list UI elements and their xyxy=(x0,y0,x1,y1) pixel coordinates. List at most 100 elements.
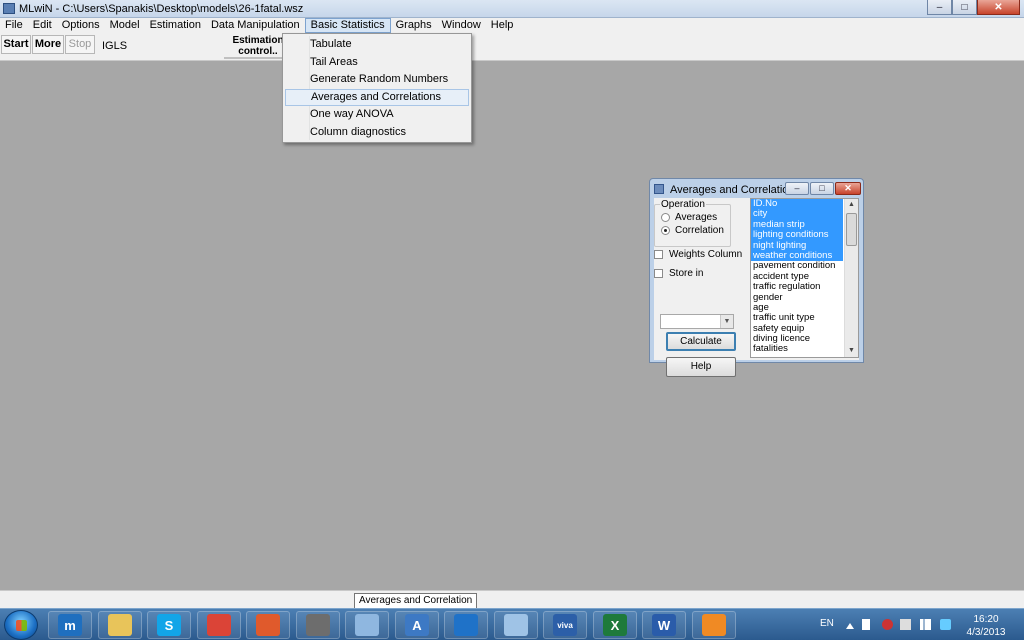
menu-item-generate-random-numbers[interactable]: Generate Random Numbers xyxy=(285,71,469,88)
flag-icon[interactable] xyxy=(862,619,870,630)
store-column-select[interactable]: ▼ xyxy=(660,314,734,329)
weights-column-checkbox[interactable]: Weights Column xyxy=(654,249,742,260)
scroll-down-icon[interactable]: ▼ xyxy=(845,345,858,357)
toolbar: Start More Stop IGLS Estimation control.… xyxy=(0,33,1024,61)
checkbox-box xyxy=(654,250,663,259)
start-menu-button[interactable] xyxy=(4,610,38,640)
calculator-icon xyxy=(504,614,528,636)
window-controls: – □ ✕ xyxy=(927,0,1020,15)
dialog-window-controls: – □ ✕ xyxy=(785,182,861,195)
reader-icon: A xyxy=(405,614,429,636)
taskbar: EN 16:20 4/3/2013 m S Aviva X W xyxy=(0,608,1024,640)
skype-icon: S xyxy=(157,614,181,636)
scroll-up-icon[interactable]: ▲ xyxy=(845,199,858,211)
chevron-down-icon[interactable]: ▼ xyxy=(720,315,733,328)
help-button[interactable]: Help xyxy=(666,357,736,377)
menu-model[interactable]: Model xyxy=(105,18,145,33)
menu-item-averages-and-correlations[interactable]: Averages and Correlations xyxy=(285,88,469,106)
dialog-maximize-button[interactable]: □ xyxy=(810,182,834,195)
variables-listbox[interactable]: ID.No city median strip lighting conditions… xyxy=(750,198,859,358)
antivirus-icon[interactable] xyxy=(882,619,893,630)
language-indicator[interactable]: EN xyxy=(820,618,834,629)
dialog-title-bar[interactable]: Averages and Correlation – □ ✕ xyxy=(650,179,863,199)
operation-group: Operation Averages Correlation xyxy=(654,199,731,247)
workspace xyxy=(0,62,1024,590)
viva-icon: viva xyxy=(553,614,577,636)
averages-radio[interactable]: Averages xyxy=(661,212,717,223)
clock-date: 4/3/2013 xyxy=(966,627,1006,638)
title-bar: MLwiN - C:\Users\Spanakis\Desktop\models… xyxy=(0,0,1024,18)
word-icon: W xyxy=(652,614,676,636)
menu-options[interactable]: Options xyxy=(57,18,105,33)
operation-group-label: Operation xyxy=(660,199,706,210)
taskbar-app-button[interactable] xyxy=(197,611,241,639)
menu-item-tabulate[interactable]: Tabulate xyxy=(285,36,469,53)
radio-indicator xyxy=(661,226,670,235)
taskbar-app-button[interactable] xyxy=(692,611,736,639)
basic-statistics-menu: Tabulate Tail Areas Generate Random Number… xyxy=(282,33,472,143)
system-clock[interactable]: 16:20 4/3/2013 xyxy=(962,613,1010,639)
more-button[interactable]: More xyxy=(32,35,64,54)
taskbar-app-button[interactable]: A xyxy=(395,611,439,639)
volume-icon[interactable] xyxy=(900,619,911,630)
excel-icon: X xyxy=(603,614,627,636)
status-bar xyxy=(0,590,1024,608)
taskbar-app-button[interactable] xyxy=(444,611,488,639)
store-in-checkbox[interactable]: Store in xyxy=(654,268,703,279)
paint-icon xyxy=(355,614,379,636)
list-item[interactable]: fatalities xyxy=(751,344,843,355)
dialog-body: Operation Averages Correlation Weights C… xyxy=(654,198,859,377)
taskbar-app-button[interactable] xyxy=(98,611,142,639)
network-icon[interactable] xyxy=(920,619,931,630)
show-hidden-icons-icon[interactable] xyxy=(846,623,854,629)
weights-column-label: Weights Column xyxy=(669,249,743,260)
app-icon-orange xyxy=(702,614,726,636)
dialog-icon xyxy=(654,184,664,194)
close-button[interactable]: ✕ xyxy=(977,0,1020,15)
app-icon xyxy=(3,3,15,14)
correlation-radio-label: Correlation xyxy=(675,225,724,236)
list-item[interactable]: lighting conditions xyxy=(751,229,843,241)
maxthon-icon: m xyxy=(58,614,82,636)
menu-help[interactable]: Help xyxy=(486,18,519,33)
taskbar-app-button[interactable] xyxy=(246,611,290,639)
taskbar-app-button[interactable] xyxy=(494,611,538,639)
radio-indicator xyxy=(661,213,670,222)
mlwin-icon xyxy=(306,614,330,636)
listbox-scrollbar[interactable]: ▲ ▼ xyxy=(844,199,858,357)
clock-time: 16:20 xyxy=(973,614,999,625)
minimize-button[interactable]: – xyxy=(927,0,952,15)
start-button[interactable]: Start xyxy=(1,35,31,54)
stop-button[interactable]: Stop xyxy=(65,35,95,54)
checkbox-box xyxy=(654,269,663,278)
averages-radio-label: Averages xyxy=(675,212,718,223)
maximize-button[interactable]: □ xyxy=(952,0,977,15)
dialog-minimize-button[interactable]: – xyxy=(785,182,809,195)
menu-item-tail-areas[interactable]: Tail Areas xyxy=(285,54,469,71)
taskbar-app-button[interactable] xyxy=(296,611,340,639)
menu-bar: File Edit Options Model Estimation Data Manip… xyxy=(0,18,1024,33)
taskbar-app-button[interactable]: m xyxy=(48,611,92,639)
taskbar-app-button[interactable]: viva xyxy=(543,611,587,639)
taskbar-app-button[interactable]: X xyxy=(593,611,637,639)
store-in-label: Store in xyxy=(669,268,704,279)
menu-basic-statistics[interactable]: Basic Statistics xyxy=(304,18,391,33)
window-tab-tooltip[interactable]: Averages and Correlation xyxy=(354,593,478,609)
menu-file[interactable]: File xyxy=(0,18,28,33)
list-item[interactable]: traffic regulation xyxy=(751,281,843,292)
menu-estimation[interactable]: Estimation xyxy=(145,18,206,33)
menu-item-column-diagnostics[interactable]: Column diagnostics xyxy=(285,124,469,141)
calculate-button[interactable]: Calculate xyxy=(666,332,736,351)
scroll-thumb[interactable] xyxy=(846,213,857,246)
menu-graphs[interactable]: Graphs xyxy=(391,18,437,33)
taskbar-app-button[interactable] xyxy=(345,611,389,639)
taskbar-app-button[interactable]: S xyxy=(147,611,191,639)
menu-data-manipulation[interactable]: Data Manipulation xyxy=(206,18,305,33)
menu-edit[interactable]: Edit xyxy=(28,18,57,33)
correlation-radio[interactable]: Correlation xyxy=(661,225,724,236)
taskbar-app-button[interactable]: W xyxy=(642,611,686,639)
menu-window[interactable]: Window xyxy=(437,18,486,33)
sync-icon[interactable] xyxy=(940,619,951,630)
dialog-close-button[interactable]: ✕ xyxy=(835,182,861,195)
menu-item-one-way-anova[interactable]: One way ANOVA xyxy=(285,106,469,123)
